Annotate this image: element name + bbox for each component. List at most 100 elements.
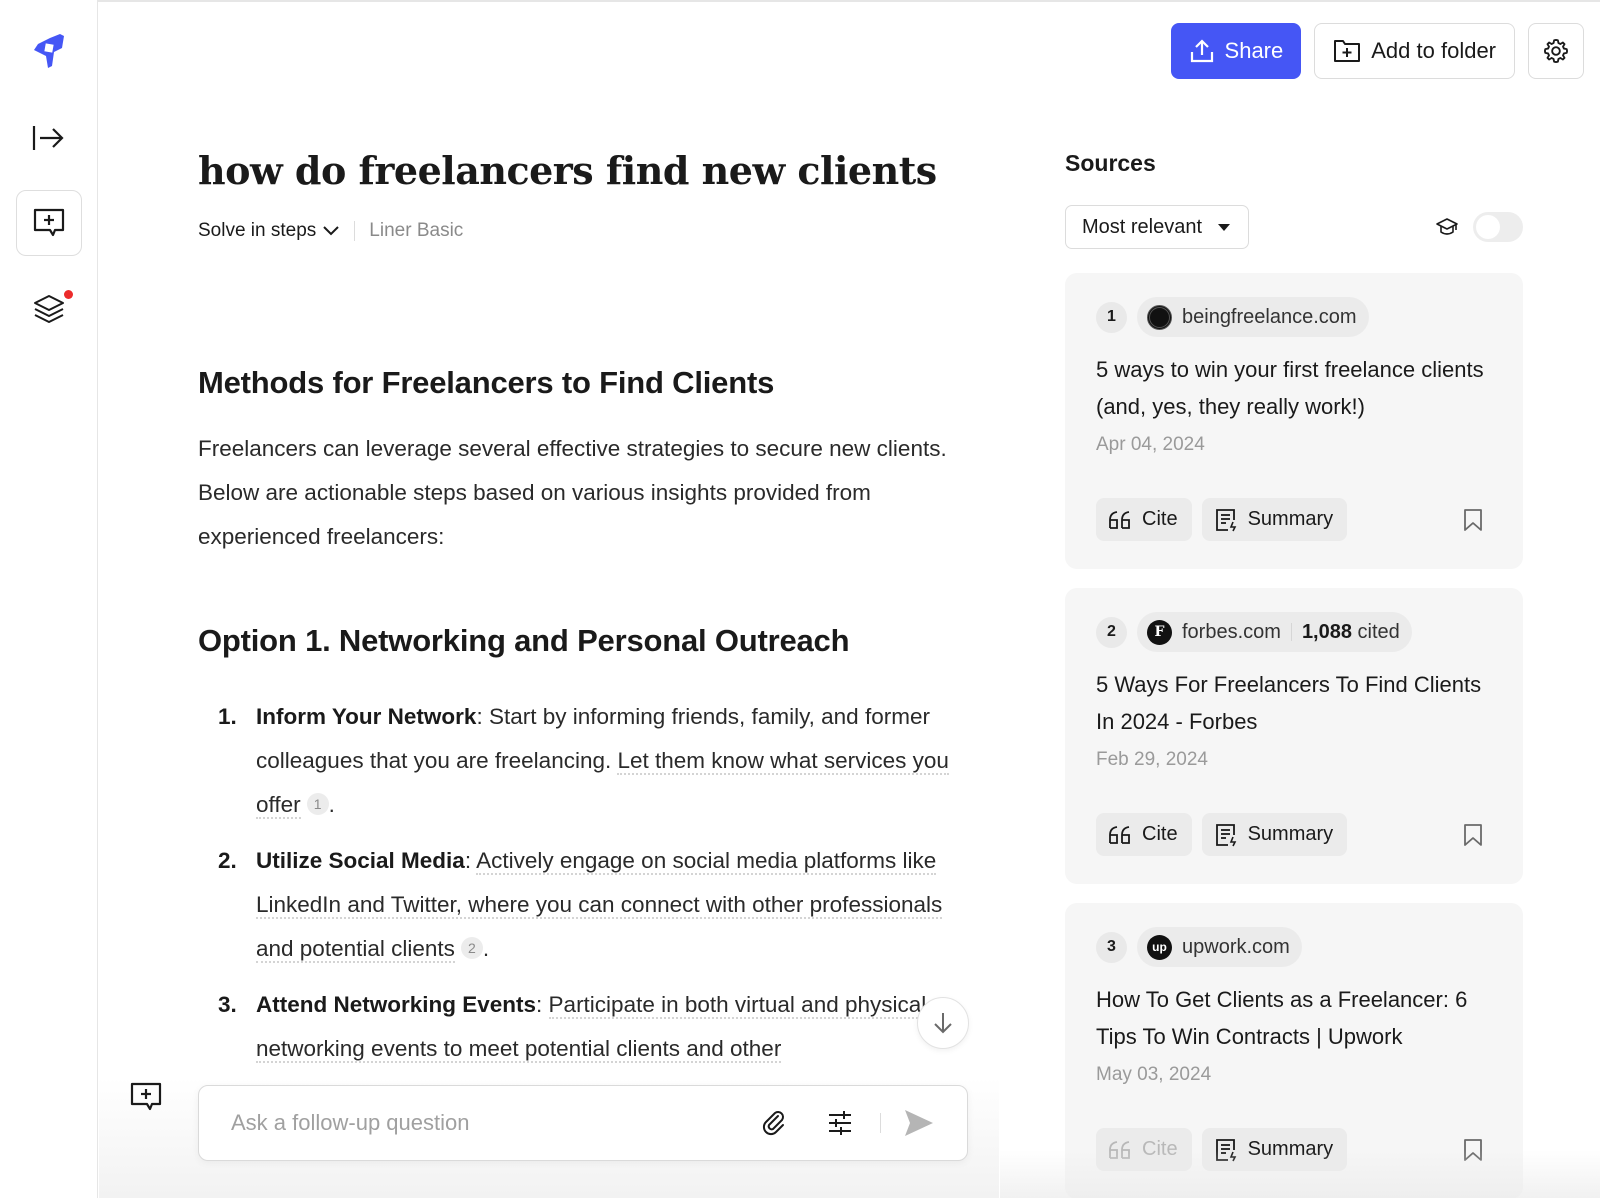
option-heading: Option 1. Networking and Personal Outrea…	[198, 623, 850, 658]
add-to-folder-button[interactable]: Add to folder	[1314, 23, 1515, 79]
summary-label: Summary	[1247, 508, 1334, 530]
sliders-icon	[829, 1111, 851, 1135]
source-card[interactable]: 2 F forbes.com 1,088 cited 5 Ways For Fr…	[1065, 588, 1523, 884]
list-number: 3.	[218, 992, 237, 1017]
chat-plus-icon	[130, 1082, 162, 1111]
share-button[interactable]: Share	[1170, 23, 1302, 79]
step-text: :	[536, 992, 549, 1017]
cite-label: Cite	[1142, 508, 1178, 530]
send-button[interactable]	[901, 1105, 937, 1141]
citation-ref[interactable]: 2	[460, 937, 483, 959]
cite-button[interactable]: Cite	[1096, 813, 1192, 856]
summary-doc-icon	[1215, 508, 1236, 531]
options-button[interactable]	[822, 1105, 858, 1141]
gear-icon	[1543, 38, 1569, 64]
sources-panel: Sources Most relevant 1 beingfreelance.c…	[1065, 150, 1523, 1198]
source-domain-pill[interactable]: beingfreelance.com	[1137, 297, 1369, 337]
scroll-to-bottom-button[interactable]	[917, 997, 969, 1049]
sidebar	[0, 0, 98, 1198]
paperclip-icon	[762, 1111, 784, 1136]
source-date: Apr 04, 2024	[1096, 434, 1205, 455]
share-label: Share	[1224, 38, 1284, 63]
step-text: :	[464, 848, 477, 873]
sources-controls: Most relevant	[1065, 205, 1523, 249]
sort-dropdown[interactable]: Most relevant	[1065, 205, 1250, 249]
source-actions: Cite Summary	[1096, 1128, 1483, 1171]
intro-paragraph: Freelancers can leverage several effecti…	[198, 436, 947, 549]
graduation-cap-icon	[1436, 218, 1458, 235]
source-card[interactable]: 3 up upwork.com How To Get Clients as a …	[1065, 903, 1523, 1198]
list-number: 2.	[218, 848, 237, 873]
section-heading: Methods for Freelancers to Find Clients	[198, 365, 775, 400]
source-title[interactable]: 5 ways to win your first freelance clien…	[1096, 351, 1493, 425]
share-upload-icon	[1190, 39, 1213, 63]
quote-icon	[1109, 1140, 1130, 1159]
source-title[interactable]: 5 Ways For Freelancers To Find Clients I…	[1096, 666, 1493, 740]
collections-button[interactable]	[16, 276, 82, 342]
sources-title: Sources	[1065, 150, 1156, 176]
source-title[interactable]: How To Get Clients as a Freelancer: 6 Ti…	[1096, 981, 1493, 1055]
summary-doc-icon	[1215, 1138, 1236, 1161]
source-actions: Cite Summary	[1096, 498, 1483, 541]
attach-button[interactable]	[756, 1105, 792, 1141]
meta-divider	[354, 221, 356, 241]
summary-label: Summary	[1247, 1138, 1334, 1160]
expand-sidebar-button[interactable]	[16, 105, 82, 171]
caret-down-icon	[1218, 223, 1231, 231]
source-card-header: 2 F forbes.com 1,088 cited	[1096, 612, 1493, 652]
add-to-folder-label: Add to folder	[1371, 38, 1496, 63]
cite-button[interactable]: Cite	[1096, 498, 1192, 541]
follow-up-input[interactable]	[231, 1110, 726, 1136]
source-date: Feb 29, 2024	[1096, 749, 1208, 770]
source-index: 2	[1096, 616, 1127, 648]
step-title: Inform Your Network	[256, 704, 477, 729]
step-end: .	[482, 936, 490, 961]
liner-logo[interactable]	[16, 18, 82, 84]
favicon-icon: up	[1147, 934, 1172, 960]
expand-right-icon	[32, 126, 64, 150]
send-icon	[905, 1110, 933, 1136]
source-domain-pill[interactable]: F forbes.com 1,088 cited	[1137, 612, 1412, 652]
source-domain-pill[interactable]: up upwork.com	[1137, 927, 1302, 967]
bookmark-button[interactable]	[1463, 1138, 1483, 1162]
list-item: 3. Attend Networking Events: Participate…	[198, 983, 968, 1071]
new-thread-bottom-button[interactable]	[130, 1082, 164, 1116]
source-card[interactable]: 1 beingfreelance.com 5 ways to win your …	[1065, 273, 1523, 569]
step-end: .	[328, 792, 335, 817]
settings-button[interactable]	[1528, 23, 1584, 79]
cited-suffix: cited	[1352, 620, 1400, 643]
mode-dropdown[interactable]: Solve in steps	[198, 220, 340, 242]
favicon-icon	[1147, 304, 1172, 330]
source-card-header: 3 up upwork.com	[1096, 927, 1493, 967]
model-label: Liner Basic	[369, 220, 464, 241]
summary-button[interactable]: Summary	[1201, 498, 1348, 541]
page-title: how do freelancers find new clients	[198, 148, 937, 193]
source-domain: beingfreelance.com	[1182, 305, 1357, 328]
bookmark-button[interactable]	[1463, 823, 1483, 847]
chevron-down-icon	[323, 226, 340, 236]
list-item: 2. Utilize Social Media: Actively engage…	[198, 839, 968, 971]
source-card-header: 1 beingfreelance.com	[1096, 297, 1493, 337]
cited-number: 1,088	[1301, 620, 1352, 643]
mode-label: Solve in steps	[198, 220, 317, 241]
cite-label: Cite	[1142, 823, 1178, 845]
quote-icon	[1109, 510, 1130, 529]
bookmark-button[interactable]	[1463, 508, 1483, 532]
source-actions: Cite Summary	[1096, 813, 1483, 856]
favicon-icon: F	[1147, 619, 1172, 645]
step-title: Attend Networking Events	[256, 992, 537, 1017]
academic-filter	[1435, 212, 1523, 242]
cite-button[interactable]: Cite	[1096, 1128, 1192, 1171]
cited-count: 1,088 cited	[1302, 621, 1400, 644]
chat-plus-icon	[33, 208, 65, 237]
citation-ref[interactable]: 1	[306, 793, 329, 815]
arrow-down-icon	[934, 1013, 952, 1034]
summary-button[interactable]: Summary	[1201, 1128, 1348, 1171]
new-thread-button[interactable]	[16, 190, 82, 256]
summary-button[interactable]: Summary	[1201, 813, 1348, 856]
quote-icon	[1109, 825, 1130, 844]
layers-icon	[34, 295, 64, 323]
liner-logo-icon	[34, 34, 64, 68]
source-index: 3	[1096, 931, 1127, 963]
academic-toggle[interactable]	[1473, 212, 1523, 242]
